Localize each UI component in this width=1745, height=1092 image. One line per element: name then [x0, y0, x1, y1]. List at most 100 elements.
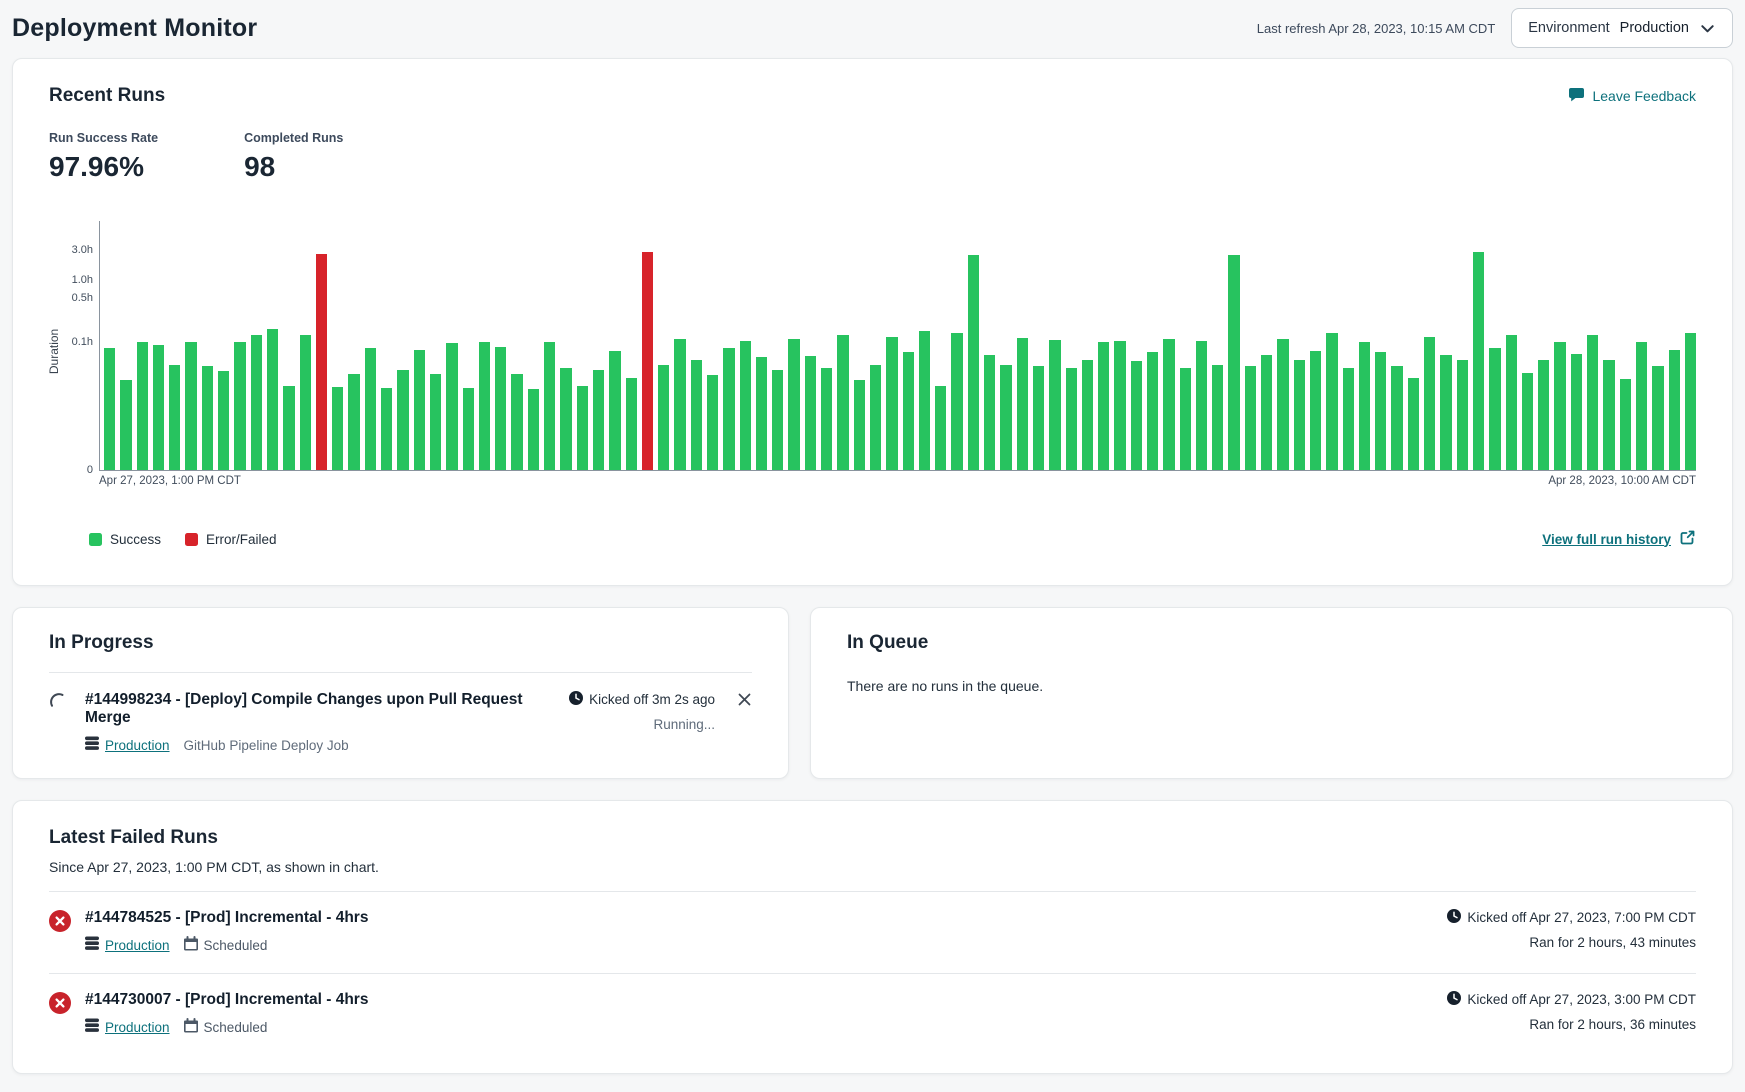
run-bar[interactable] — [1343, 368, 1354, 470]
run-bar[interactable] — [1375, 352, 1386, 470]
run-bar[interactable] — [1522, 373, 1533, 470]
run-bar[interactable] — [120, 380, 131, 470]
run-bar[interactable] — [723, 348, 734, 470]
run-bar[interactable] — [935, 386, 946, 470]
run-bar[interactable] — [674, 339, 685, 470]
run-bar[interactable] — [1391, 366, 1402, 470]
run-bar[interactable] — [1359, 342, 1370, 470]
run-bar[interactable] — [951, 333, 962, 470]
run-bar[interactable] — [609, 351, 620, 470]
run-bar[interactable] — [1326, 333, 1337, 470]
run-bar[interactable] — [560, 368, 571, 470]
run-bar[interactable] — [1538, 360, 1549, 470]
run-bar[interactable] — [332, 387, 343, 470]
run-bar[interactable] — [348, 374, 359, 470]
run-bar[interactable] — [104, 348, 115, 470]
run-bar[interactable] — [1571, 354, 1582, 470]
run-bar[interactable] — [1212, 365, 1223, 470]
run-bar[interactable] — [1473, 252, 1484, 470]
run-bar[interactable] — [234, 342, 245, 470]
run-bar[interactable] — [593, 370, 604, 470]
run-bar[interactable] — [316, 254, 327, 470]
run-bar[interactable] — [1587, 335, 1598, 470]
run-bar[interactable] — [1424, 337, 1435, 470]
run-bar[interactable] — [642, 252, 653, 470]
run-bar[interactable] — [137, 342, 148, 470]
run-bar[interactable] — [528, 389, 539, 470]
run-bar[interactable] — [479, 342, 490, 470]
run-bar[interactable] — [1440, 355, 1451, 470]
run-bar[interactable] — [1669, 350, 1680, 470]
environment-chip[interactable]: Production — [85, 1018, 170, 1036]
run-bar[interactable] — [658, 365, 669, 470]
run-bar[interactable] — [691, 360, 702, 470]
run-bar[interactable] — [1000, 365, 1011, 470]
run-bar[interactable] — [1163, 339, 1174, 470]
run-bar[interactable] — [1261, 355, 1272, 470]
run-bar[interactable] — [169, 365, 180, 470]
run-bar[interactable] — [1114, 341, 1125, 470]
run-bar[interactable] — [1228, 255, 1239, 470]
run-bar[interactable] — [772, 370, 783, 470]
run-bar[interactable] — [1310, 351, 1321, 470]
run-bar[interactable] — [788, 339, 799, 470]
run-bar[interactable] — [1180, 368, 1191, 470]
run-bar[interactable] — [1294, 360, 1305, 470]
run-bar[interactable] — [511, 374, 522, 470]
run-bar[interactable] — [903, 352, 914, 470]
run-bar[interactable] — [300, 335, 311, 470]
run-bar[interactable] — [218, 371, 229, 470]
run-bar[interactable] — [805, 356, 816, 470]
leave-feedback-link[interactable]: Leave Feedback — [1568, 87, 1696, 106]
run-bar[interactable] — [544, 342, 555, 470]
environment-link[interactable]: Production — [105, 1020, 170, 1035]
run-bar[interactable] — [153, 345, 164, 470]
run-bar[interactable] — [1408, 378, 1419, 470]
environment-select[interactable]: Environment Production — [1511, 8, 1733, 48]
run-bar[interactable] — [854, 380, 865, 470]
run-bar[interactable] — [1685, 333, 1696, 470]
environment-chip[interactable]: Production — [85, 736, 170, 754]
run-bar[interactable] — [1049, 340, 1060, 470]
run-bar[interactable] — [756, 357, 767, 470]
run-bar[interactable] — [283, 386, 294, 470]
run-bar[interactable] — [430, 374, 441, 470]
environment-link[interactable]: Production — [105, 938, 170, 953]
run-bar[interactable] — [740, 341, 751, 470]
run-bar[interactable] — [381, 388, 392, 470]
run-bar[interactable] — [1277, 339, 1288, 470]
run-bar[interactable] — [1603, 360, 1614, 470]
view-full-run-history-link[interactable]: View full run history — [1542, 529, 1696, 549]
run-bar[interactable] — [577, 386, 588, 470]
run-bar[interactable] — [267, 329, 278, 470]
run-bar[interactable] — [446, 343, 457, 470]
run-bar[interactable] — [1457, 360, 1468, 470]
run-bar[interactable] — [1082, 360, 1093, 470]
run-bar[interactable] — [919, 331, 930, 470]
run-bar[interactable] — [1017, 338, 1028, 470]
run-bar[interactable] — [886, 337, 897, 470]
run-bar[interactable] — [1620, 379, 1631, 470]
run-bar[interactable] — [365, 348, 376, 470]
run-bar[interactable] — [202, 366, 213, 470]
run-bar[interactable] — [397, 370, 408, 470]
run-bar[interactable] — [1131, 361, 1142, 470]
environment-link[interactable]: Production — [105, 738, 170, 753]
run-bar[interactable] — [1245, 366, 1256, 470]
run-bar[interactable] — [1636, 342, 1647, 470]
run-bar[interactable] — [821, 368, 832, 470]
run-bar[interactable] — [414, 350, 425, 470]
run-bar[interactable] — [1554, 342, 1565, 470]
run-bar[interactable] — [870, 365, 881, 470]
run-bar[interactable] — [837, 335, 848, 470]
run-bar[interactable] — [251, 335, 262, 470]
run-bar[interactable] — [495, 347, 506, 470]
run-bar[interactable] — [626, 378, 637, 470]
run-bar[interactable] — [984, 355, 995, 470]
run-bar[interactable] — [1098, 342, 1109, 470]
run-bar[interactable] — [1506, 335, 1517, 470]
run-bar[interactable] — [1652, 366, 1663, 470]
run-bar[interactable] — [968, 255, 979, 470]
run-bar[interactable] — [185, 342, 196, 470]
run-bar[interactable] — [463, 388, 474, 470]
